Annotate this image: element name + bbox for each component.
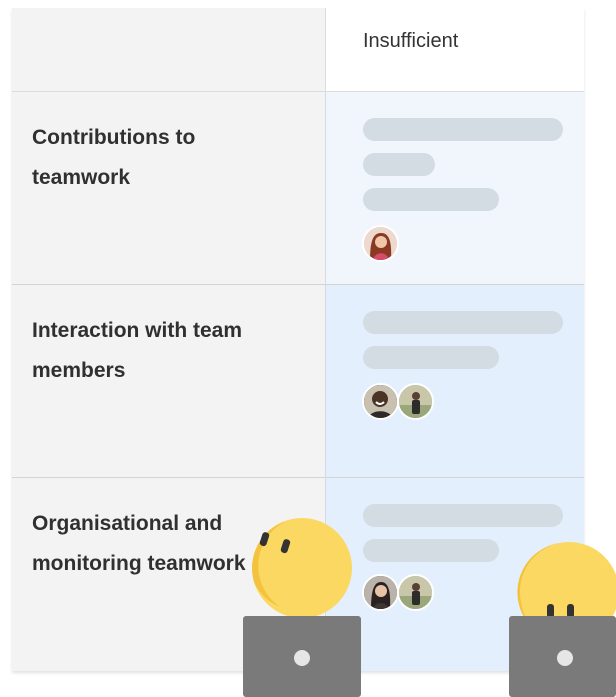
placeholder-bar (363, 153, 435, 176)
criterion-cell-interaction: Interaction with team members (12, 285, 325, 478)
criterion-label: Interaction with team members (32, 319, 243, 382)
person-outdoors-avatar[interactable] (397, 574, 434, 611)
header-empty-cell (12, 8, 325, 92)
level-cell-interaction[interactable] (325, 285, 584, 478)
criterion-label: Contributions to teamwork (32, 126, 196, 189)
criterion-cell-contributions: Contributions to teamwork (12, 92, 325, 285)
emoji-mascot-with-laptop (509, 542, 616, 697)
level-header-insufficient: Insufficient (325, 8, 584, 92)
woman-red-hair-avatar[interactable] (362, 225, 399, 262)
person-outdoors-avatar[interactable] (397, 383, 434, 420)
placeholder-bar (363, 539, 499, 562)
placeholder-bar (363, 118, 563, 141)
man-smiling-avatar[interactable] (362, 383, 399, 420)
woman-dark-hair-avatar[interactable] (362, 574, 399, 611)
placeholder-bar (363, 504, 563, 527)
placeholder-bar (363, 188, 499, 211)
level-header-label: Insufficient (363, 30, 459, 52)
level-cell-contributions[interactable] (325, 92, 584, 285)
placeholder-bar (363, 346, 499, 369)
placeholder-bar (363, 311, 563, 334)
emoji-mascot-with-laptop (243, 518, 361, 697)
